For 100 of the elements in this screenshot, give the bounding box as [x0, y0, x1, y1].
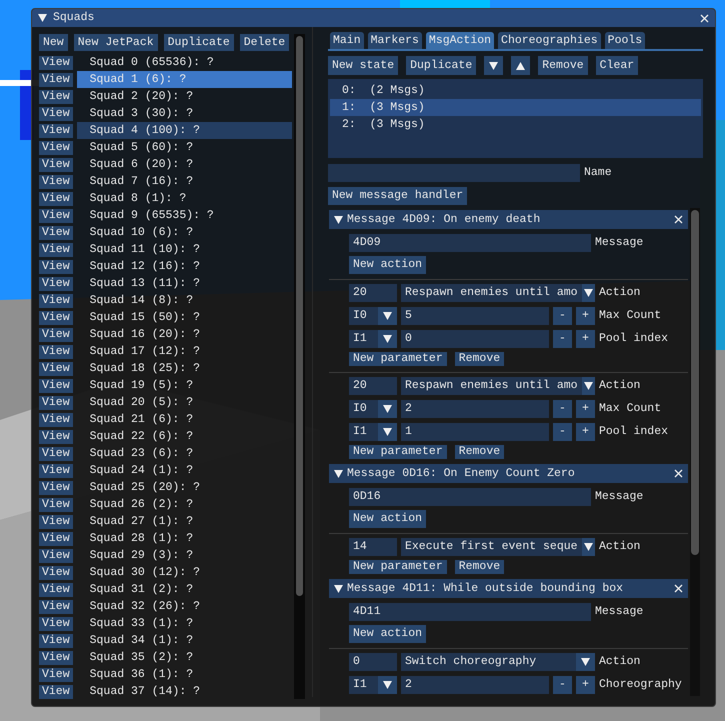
- view-button[interactable]: View: [39, 616, 73, 630]
- view-button[interactable]: View: [39, 72, 73, 86]
- view-button[interactable]: View: [39, 226, 73, 240]
- squad-list-item[interactable]: Squad 22 (6): ?: [76, 428, 292, 445]
- squad-list-item[interactable]: Squad 5 (60): ?: [76, 139, 292, 156]
- tab[interactable]: Pools: [604, 32, 646, 49]
- squad-list-item[interactable]: Squad 24 (1): ?: [76, 462, 292, 479]
- squad-list-item[interactable]: Squad 34 (1): ?: [76, 632, 292, 649]
- squad-list-item[interactable]: Squad 19 (5): ?: [76, 377, 292, 394]
- increment-button[interactable]: +: [576, 422, 595, 440]
- squad-list-item[interactable]: Squad 1 (6): ?: [76, 71, 292, 88]
- squad-list-item[interactable]: Squad 14 (8): ?: [76, 292, 292, 309]
- remove-button[interactable]: Remove: [454, 352, 504, 366]
- view-button[interactable]: View: [39, 514, 73, 528]
- view-button[interactable]: View: [39, 344, 73, 358]
- squad-list-item[interactable]: Squad 6 (20): ?: [76, 156, 292, 173]
- value-field[interactable]: 2: [401, 400, 549, 418]
- squad-list-item[interactable]: Squad 17 (12): ?: [76, 343, 292, 360]
- view-button[interactable]: View: [39, 106, 73, 120]
- view-button[interactable]: View: [39, 548, 73, 562]
- squad-list-item[interactable]: Squad 2 (20): ?: [76, 88, 292, 105]
- squad-list-item[interactable]: Squad 31 (2): ?: [76, 581, 292, 598]
- view-button[interactable]: View: [39, 158, 73, 172]
- message-field[interactable]: 4D09: [349, 234, 591, 252]
- squad-list-item[interactable]: Squad 37 (14): ?: [76, 683, 292, 700]
- action-id-field[interactable]: 20: [349, 376, 397, 394]
- new-action-button[interactable]: New action: [349, 256, 426, 274]
- squad-list-item[interactable]: Squad 15 (50): ?: [76, 309, 292, 326]
- action-dropdown[interactable]: Execute first event seque: [401, 538, 595, 556]
- move-up-button[interactable]: [511, 56, 530, 75]
- value-field[interactable]: 5: [401, 306, 549, 324]
- view-button[interactable]: View: [39, 566, 73, 580]
- view-button[interactable]: View: [39, 276, 73, 290]
- toolbar-button[interactable]: Remove: [538, 56, 588, 75]
- type-dropdown[interactable]: I0: [349, 400, 397, 418]
- value-field[interactable]: 0: [401, 330, 549, 348]
- message-header[interactable]: Message 4D09: On enemy death: [329, 210, 688, 229]
- view-button[interactable]: View: [39, 634, 73, 648]
- squad-list-item[interactable]: Squad 18 (25): ?: [76, 360, 292, 377]
- decrement-button[interactable]: -: [553, 330, 572, 348]
- view-button[interactable]: View: [39, 192, 73, 206]
- squad-list-item[interactable]: Squad 9 (65535): ?: [76, 207, 292, 224]
- message-field[interactable]: 0D16: [349, 488, 591, 506]
- state-list-item[interactable]: 0: (2 Msgs): [330, 82, 701, 99]
- increment-button[interactable]: +: [576, 330, 595, 348]
- close-icon[interactable]: [674, 584, 683, 593]
- view-button[interactable]: View: [39, 328, 73, 342]
- view-button[interactable]: View: [39, 174, 73, 188]
- squad-list-item[interactable]: Squad 29 (3): ?: [76, 547, 292, 564]
- view-button[interactable]: View: [39, 498, 73, 512]
- squad-list-item[interactable]: Squad 12 (16): ?: [76, 258, 292, 275]
- remove-button[interactable]: Remove: [454, 444, 504, 458]
- squad-list-item[interactable]: Squad 16 (20): ?: [76, 326, 292, 343]
- squad-list-item[interactable]: Squad 23 (6): ?: [76, 445, 292, 462]
- view-button[interactable]: View: [39, 684, 73, 698]
- view-button[interactable]: View: [39, 310, 73, 324]
- view-button[interactable]: View: [39, 208, 73, 222]
- view-button[interactable]: View: [39, 650, 73, 664]
- increment-button[interactable]: +: [576, 400, 595, 418]
- view-button[interactable]: View: [39, 532, 73, 546]
- value-field[interactable]: 1: [401, 422, 549, 440]
- new-parameter-button[interactable]: New parameter: [349, 352, 447, 366]
- view-button[interactable]: View: [39, 362, 73, 376]
- action-dropdown[interactable]: Respawn enemies until amo: [401, 376, 595, 394]
- toolbar-button[interactable]: Duplicate: [164, 34, 234, 51]
- decrement-button[interactable]: -: [553, 422, 572, 440]
- view-button[interactable]: View: [39, 242, 73, 256]
- view-button[interactable]: View: [39, 582, 73, 596]
- squad-list-item[interactable]: Squad 4 (100): ?: [76, 122, 292, 139]
- move-down-button[interactable]: [484, 56, 504, 75]
- type-dropdown[interactable]: I1: [349, 422, 397, 440]
- increment-button[interactable]: +: [576, 676, 595, 694]
- decrement-button[interactable]: -: [553, 400, 572, 418]
- new-parameter-button[interactable]: New parameter: [349, 444, 447, 458]
- view-button[interactable]: View: [39, 480, 73, 494]
- squad-list-item[interactable]: Squad 35 (2): ?: [76, 649, 292, 666]
- squad-list-item[interactable]: Squad 25 (20): ?: [76, 479, 292, 496]
- tab[interactable]: MsgAction: [426, 32, 494, 49]
- squad-list-item[interactable]: Squad 28 (1): ?: [76, 530, 292, 547]
- squad-list-item[interactable]: Squad 8 (1): ?: [76, 190, 292, 207]
- view-button[interactable]: View: [39, 396, 73, 410]
- view-button[interactable]: View: [39, 430, 73, 444]
- view-button[interactable]: View: [39, 412, 73, 426]
- decrement-button[interactable]: -: [553, 676, 572, 694]
- close-icon[interactable]: [674, 215, 683, 224]
- state-list-item[interactable]: 2: (3 Msgs): [330, 116, 701, 133]
- squad-list-item[interactable]: Squad 21 (6): ?: [76, 411, 292, 428]
- value-field[interactable]: 2: [401, 676, 549, 694]
- squad-list-item[interactable]: Squad 36 (1): ?: [76, 666, 292, 683]
- type-dropdown[interactable]: I1: [349, 330, 397, 348]
- squad-list-item[interactable]: Squad 10 (6): ?: [76, 224, 292, 241]
- squad-list-item[interactable]: Squad 13 (11): ?: [76, 275, 292, 292]
- view-button[interactable]: View: [39, 668, 73, 682]
- title-bar[interactable]: Squads: [32, 9, 715, 27]
- scrollbar[interactable]: [690, 208, 700, 696]
- view-button[interactable]: View: [39, 464, 73, 478]
- view-button[interactable]: View: [39, 378, 73, 392]
- action-id-field[interactable]: 20: [349, 284, 397, 302]
- squad-list-item[interactable]: Squad 30 (12): ?: [76, 564, 292, 581]
- remove-button[interactable]: Remove: [454, 560, 504, 574]
